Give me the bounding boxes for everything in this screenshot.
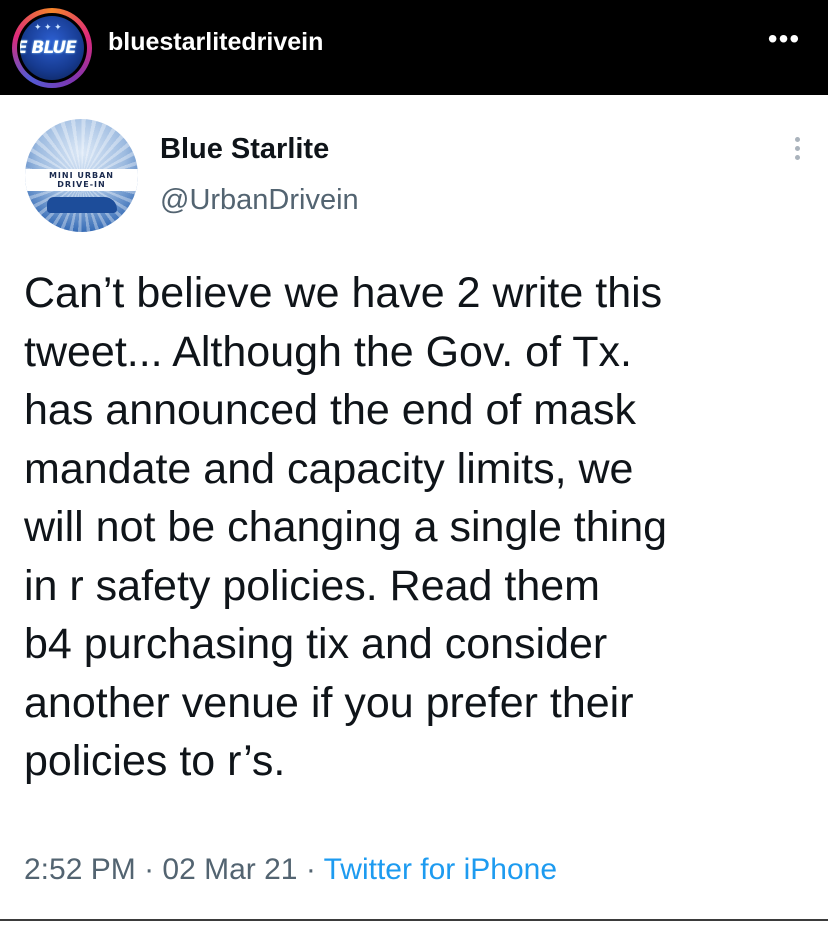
- tweet-avatar-label: MINI URBAN DRIVE-IN: [48, 171, 115, 189]
- tweet-line: will not be changing a single thing: [24, 503, 668, 551]
- tweet-line: Can’t believe we have 2 write this: [24, 269, 663, 317]
- profile-avatar[interactable]: ✦ ✦ ✦ E BLUE: [12, 8, 92, 88]
- tweet-line: policies to r’s.: [24, 737, 286, 785]
- more-options-icon[interactable]: •••: [764, 24, 804, 54]
- meta-separator: ·: [297, 853, 324, 886]
- tweet-metadata: 2:52 PM · 02 Mar 21 · Twitter for iPhone: [24, 853, 557, 887]
- tweet-line: in r safety policies. Read them: [24, 561, 600, 610]
- tweet-body: Can’t believe we have 2 write this tweet…: [24, 264, 824, 791]
- tweet-display-name[interactable]: Blue Starlite: [160, 133, 329, 166]
- blue-starlite-logo-icon: ✦ ✦ ✦ E BLUE: [20, 16, 84, 80]
- tweet-line: another venue if you prefer their: [24, 678, 634, 727]
- tweet-date[interactable]: 02 Mar 21: [162, 853, 297, 886]
- profile-username[interactable]: bluestarlitedrivein: [108, 28, 323, 57]
- tweet-line: has announced the end of mask: [24, 386, 636, 434]
- car-icon: [47, 197, 117, 213]
- tweet-menu-icon[interactable]: [787, 137, 807, 167]
- tweet-line: tweet... Although the Gov. of Tx.: [24, 327, 632, 376]
- tweet-time[interactable]: 2:52 PM: [24, 853, 136, 886]
- divider: [0, 919, 828, 921]
- meta-separator: ·: [135, 853, 163, 886]
- tweet-handle[interactable]: @UrbanDrivein: [160, 184, 359, 217]
- tweet-avatar[interactable]: MINI URBAN DRIVE-IN: [25, 119, 138, 232]
- instagram-post-header: ✦ ✦ ✦ E BLUE bluestarlitedrivein •••: [0, 0, 828, 95]
- tweet-source-link[interactable]: Twitter for iPhone: [324, 853, 557, 886]
- tweet-line: b4 purchasing tix and consider: [24, 620, 608, 668]
- tweet-line: mandate and capacity limits, we: [24, 444, 634, 493]
